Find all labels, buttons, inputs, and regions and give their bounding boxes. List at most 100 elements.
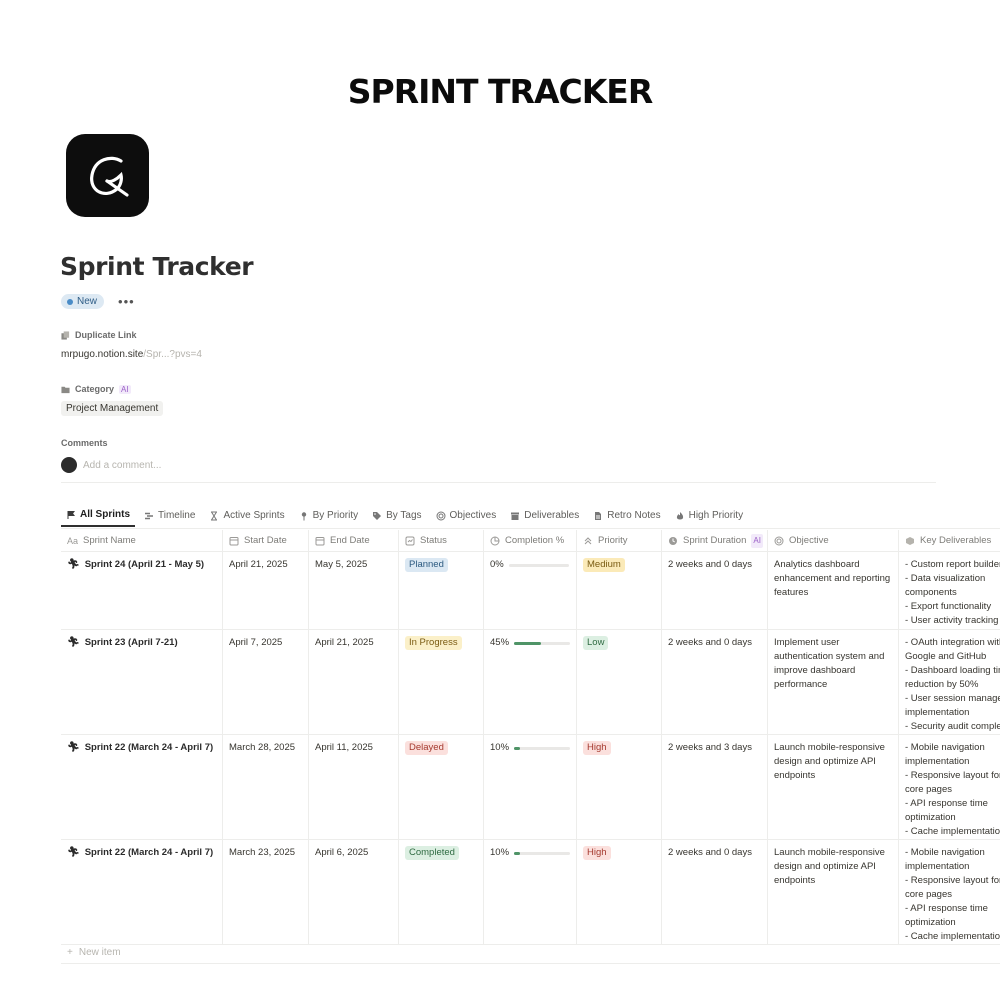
tab-label: High Priority bbox=[688, 510, 744, 521]
cell-completion[interactable]: 45% bbox=[484, 630, 577, 734]
status-pill: Delayed bbox=[405, 741, 448, 755]
category-label: Category bbox=[75, 384, 115, 394]
cell-objective[interactable]: Implement user authentication system and… bbox=[768, 630, 899, 734]
tabs-divider bbox=[61, 528, 1000, 529]
cell-key-deliverables[interactable]: - Custom report builder - Data visualizat… bbox=[899, 552, 1000, 629]
status-pill: Completed bbox=[405, 846, 459, 860]
completion-value: 0% bbox=[490, 559, 504, 570]
cell-key-deliverables[interactable]: - Mobile navigation implementation - Respo… bbox=[899, 840, 1000, 944]
cell-start-date[interactable]: April 7, 2025 bbox=[223, 630, 309, 734]
calendar-icon bbox=[315, 536, 325, 545]
cell-priority[interactable]: Low bbox=[577, 630, 662, 734]
cell-sprint-duration[interactable]: 2 weeks and 0 days bbox=[662, 552, 768, 629]
cell-objective[interactable]: Launch mobile-responsive design and opti… bbox=[768, 840, 899, 944]
cell-status[interactable]: Delayed bbox=[399, 735, 484, 839]
tab-high-priority[interactable]: High Priority bbox=[670, 509, 748, 527]
cell-completion[interactable]: 10% bbox=[484, 840, 577, 944]
tab-retro-notes[interactable]: Retro Notes bbox=[588, 509, 665, 527]
hourglass-icon bbox=[211, 511, 218, 520]
comment-input[interactable]: Add a comment... bbox=[83, 460, 161, 471]
package-icon bbox=[906, 536, 914, 545]
cell-sprint-name[interactable]: 🏃︎ Sprint 24 (April 21 - May 5) bbox=[61, 552, 223, 629]
priority-pill: Low bbox=[583, 636, 609, 650]
cell-start-date[interactable]: March 28, 2025 bbox=[223, 735, 309, 839]
cell-sprint-duration[interactable]: 2 weeks and 0 days bbox=[662, 840, 768, 944]
deliverable-line: implementation bbox=[905, 861, 970, 872]
comment-input-row[interactable]: Add a comment... bbox=[61, 457, 161, 473]
cell-sprint-duration[interactable]: 2 weeks and 3 days bbox=[662, 735, 768, 839]
more-options-icon[interactable]: ••• bbox=[118, 295, 135, 308]
table-row[interactable]: 🏃︎ Sprint 24 (April 21 - May 5) April 21, … bbox=[61, 552, 1000, 630]
comments-label: Comments bbox=[61, 438, 108, 448]
header-sprint-name[interactable]: Aa Sprint Name bbox=[61, 530, 223, 551]
priority-pill: High bbox=[583, 741, 611, 755]
cell-end-date[interactable]: April 6, 2025 bbox=[309, 840, 399, 944]
text-type-icon: Aa bbox=[67, 535, 79, 546]
tab-by-tags[interactable]: By Tags bbox=[367, 509, 426, 527]
tab-label: Objectives bbox=[449, 510, 497, 521]
cell-end-date[interactable]: April 11, 2025 bbox=[309, 735, 399, 839]
duplicate-link-value[interactable]: mrpugo.notion.site/Spr...?pvs=4 bbox=[61, 349, 202, 360]
cell-completion[interactable]: 10% bbox=[484, 735, 577, 839]
cell-start-date[interactable]: March 23, 2025 bbox=[223, 840, 309, 944]
priority-pill: Medium bbox=[583, 558, 625, 572]
cell-key-deliverables[interactable]: - OAuth integration with Google and GitHu… bbox=[899, 630, 1000, 734]
duplicate-link-label: Duplicate Link bbox=[75, 330, 137, 340]
header-priority[interactable]: Priority bbox=[577, 530, 662, 551]
runner-icon: 🏃︎ bbox=[67, 559, 80, 570]
header-completion[interactable]: Completion % bbox=[484, 530, 577, 551]
cell-sprint-name[interactable]: 🏃︎ Sprint 22 (March 24 - April 7) bbox=[61, 840, 223, 944]
cell-objective[interactable]: Launch mobile-responsive design and opti… bbox=[768, 735, 899, 839]
header-end-date[interactable]: End Date bbox=[309, 530, 399, 551]
cell-status[interactable]: Planned bbox=[399, 552, 484, 629]
completion-bar bbox=[514, 641, 570, 645]
status-badge[interactable]: New bbox=[61, 294, 105, 309]
cell-priority[interactable]: High bbox=[577, 735, 662, 839]
cell-priority[interactable]: High bbox=[577, 840, 662, 944]
header-sprint-duration[interactable]: Sprint Duration AI bbox=[662, 530, 768, 551]
completion-bar-fill bbox=[514, 641, 542, 645]
cell-status[interactable]: Completed bbox=[399, 840, 484, 944]
cell-start-date[interactable]: April 21, 2025 bbox=[223, 552, 309, 629]
cell-sprint-name[interactable]: 🏃︎ Sprint 23 (April 7-21) bbox=[61, 630, 223, 734]
duplicate-link-property: Duplicate Link mrpugo.notion.site/Spr...… bbox=[61, 330, 202, 360]
deliverable-line: optimization bbox=[905, 812, 956, 823]
fire-icon bbox=[676, 511, 683, 519]
header-start-date[interactable]: Start Date bbox=[223, 530, 309, 551]
tab-label: By Tags bbox=[386, 510, 422, 521]
deliverable-line: - User activity tracking bbox=[905, 615, 999, 626]
table-row[interactable]: 🏃︎ Sprint 22 (March 24 - April 7) March 23… bbox=[61, 840, 1000, 945]
priority-pill: High bbox=[583, 846, 611, 860]
status-dot-icon bbox=[67, 298, 73, 305]
cell-end-date[interactable]: May 5, 2025 bbox=[309, 552, 399, 629]
cell-key-deliverables[interactable]: - Mobile navigation implementation - Respo… bbox=[899, 735, 1000, 839]
tab-objectives[interactable]: Objectives bbox=[431, 509, 502, 527]
page-title[interactable]: Sprint Tracker bbox=[60, 252, 254, 281]
tab-timeline[interactable]: Timeline bbox=[139, 509, 200, 527]
pin-icon bbox=[301, 511, 306, 520]
target-icon bbox=[436, 511, 446, 520]
deliverable-line: - OAuth integration with bbox=[905, 637, 1000, 648]
status-pill: In Progress bbox=[405, 636, 462, 650]
header-objective[interactable]: Objective bbox=[768, 530, 899, 551]
new-item-button[interactable]: + New item bbox=[61, 947, 1000, 964]
tab-by-priority[interactable]: By Priority bbox=[294, 509, 364, 527]
header-key-deliverables[interactable]: Key Deliverables bbox=[899, 530, 1000, 551]
tab-all-sprints[interactable]: All Sprints bbox=[61, 509, 136, 527]
cell-sprint-name[interactable]: 🏃︎ Sprint 22 (March 24 - April 7) bbox=[61, 735, 223, 839]
table-row[interactable]: 🏃︎ Sprint 23 (April 7-21) April 7, 2025 Apr… bbox=[61, 630, 1000, 735]
cell-sprint-duration[interactable]: 2 weeks and 0 days bbox=[662, 630, 768, 734]
cell-status[interactable]: In Progress bbox=[399, 630, 484, 734]
table-row[interactable]: 🏃︎ Sprint 22 (March 24 - April 7) March 28… bbox=[61, 735, 1000, 840]
cell-completion[interactable]: 0% bbox=[484, 552, 577, 629]
page-logo-icon[interactable] bbox=[66, 134, 149, 217]
cell-objective[interactable]: Analytics dashboard enhancement and repo… bbox=[768, 552, 899, 629]
deliverable-line: - Responsive layout for bbox=[905, 770, 1000, 781]
tab-deliverables[interactable]: Deliverables bbox=[505, 509, 584, 527]
cell-priority[interactable]: Medium bbox=[577, 552, 662, 629]
header-status[interactable]: Status bbox=[399, 530, 484, 551]
category-chip[interactable]: Project Management bbox=[61, 401, 164, 416]
cell-end-date[interactable]: April 21, 2025 bbox=[309, 630, 399, 734]
tab-active-sprints[interactable]: Active Sprints bbox=[204, 509, 289, 527]
ai-tag: AI bbox=[119, 384, 131, 394]
